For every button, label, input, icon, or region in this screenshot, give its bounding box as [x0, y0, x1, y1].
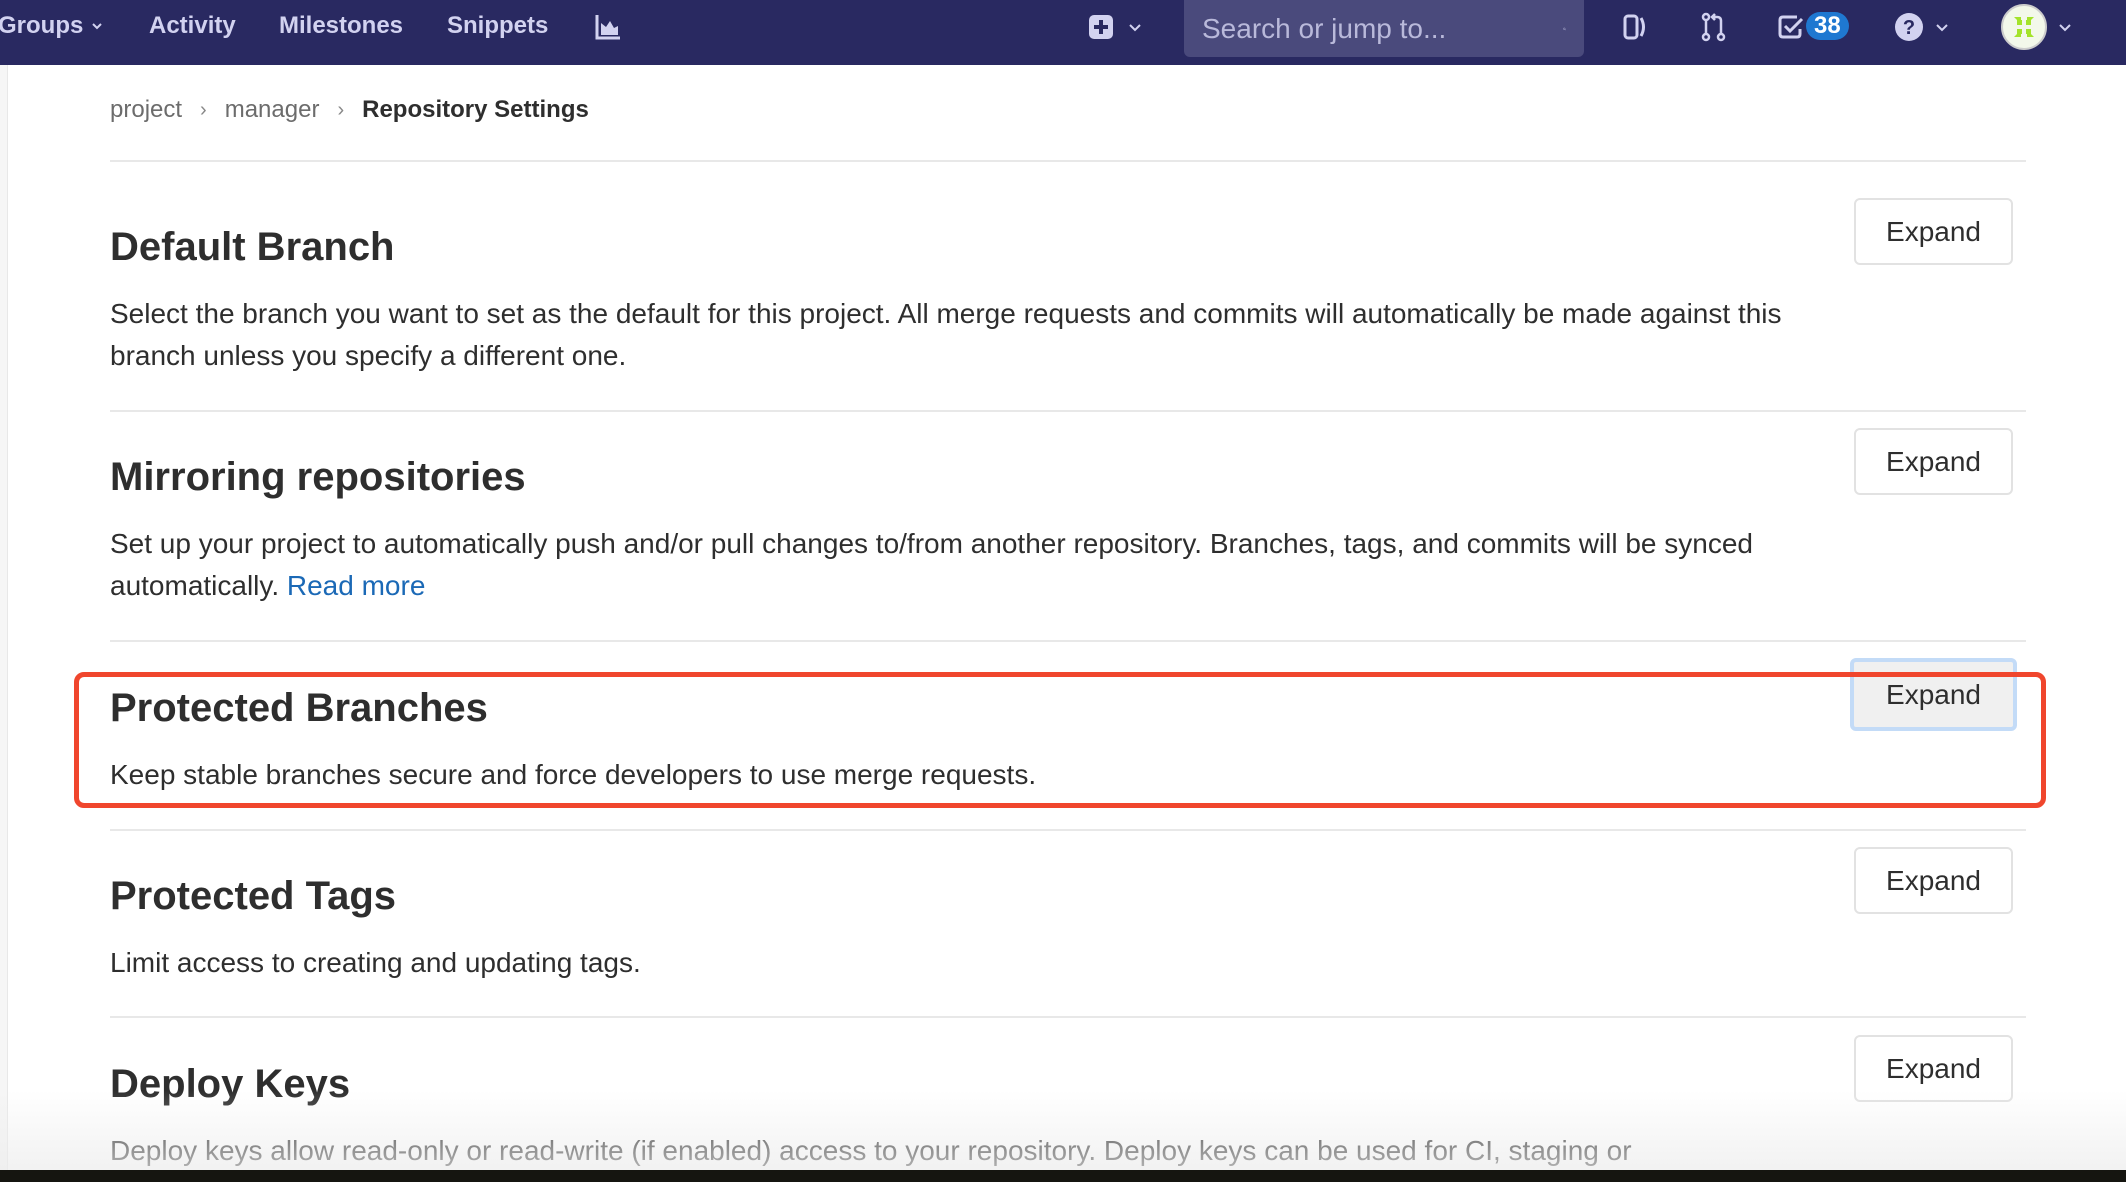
section-title: Protected Tags	[110, 874, 396, 918]
todos-button[interactable]	[1774, 10, 1808, 44]
breadcrumb: project › manager › Repository Settings	[110, 96, 589, 124]
nav-analytics-button[interactable]	[591, 10, 625, 44]
search-icon[interactable]	[1563, 16, 1566, 42]
issues-button[interactable]	[1618, 10, 1652, 44]
issues-icon	[1623, 14, 1645, 40]
section-description: Deploy keys allow read-only or read-writ…	[110, 1135, 1632, 1166]
expand-deploy-keys-button[interactable]: Expand	[1854, 1035, 2013, 1102]
avatar-pattern-icon	[2014, 17, 2034, 37]
breadcrumb-separator: ›	[200, 98, 207, 121]
expand-protected-tags-button[interactable]: Expand	[1854, 847, 2013, 914]
section-title: Protected Branches	[110, 686, 488, 730]
section-title: Deploy Keys	[110, 1062, 351, 1106]
todos-count-badge[interactable]: 38	[1806, 12, 1849, 40]
nav-groups-dropdown[interactable]: Groups	[0, 0, 103, 52]
merge-requests-button[interactable]	[1697, 10, 1731, 44]
plus-square-icon	[1089, 15, 1113, 39]
section-title: Mirroring repositories	[110, 455, 526, 499]
section-protected-branches: Protected Branches Keep stable branches …	[110, 658, 2026, 790]
section-title: Default Branch	[110, 225, 395, 269]
section-description: Set up your project to automatically pus…	[110, 523, 1810, 607]
chevron-down-icon	[92, 23, 103, 30]
chevron-down-icon	[2059, 24, 2071, 32]
user-avatar[interactable]	[2001, 4, 2047, 50]
section-mirroring-repositories: Mirroring repositories Set up your proje…	[110, 428, 2026, 601]
new-item-dropdown[interactable]	[1084, 10, 1118, 44]
nav-snippets-link[interactable]: Snippets	[447, 0, 548, 52]
divider	[110, 160, 2026, 162]
search-box[interactable]	[1184, 0, 1584, 57]
divider	[110, 410, 2026, 412]
nav-groups-label: Groups	[0, 12, 84, 39]
todo-check-icon	[1778, 15, 1804, 39]
expand-default-branch-button[interactable]: Expand	[1854, 198, 2013, 265]
section-default-branch: Default Branch Select the branch you wan…	[110, 198, 2026, 371]
chevron-down-icon	[1936, 24, 1948, 32]
nav-activity-label: Activity	[149, 12, 236, 39]
svg-text:?: ?	[1903, 17, 1915, 39]
chart-icon	[595, 15, 620, 40]
read-more-link[interactable]: Read more	[287, 570, 426, 601]
breadcrumb-project-link[interactable]: project	[110, 96, 182, 124]
divider	[110, 829, 2026, 831]
chevron-down-icon	[1129, 24, 1141, 32]
nav-activity-link[interactable]: Activity	[149, 0, 236, 52]
expand-protected-branches-button[interactable]: Expand	[1850, 658, 2017, 731]
section-description: Limit access to creating and updating ta…	[110, 947, 641, 978]
nav-milestones-link[interactable]: Milestones	[279, 0, 403, 52]
nav-milestones-label: Milestones	[279, 12, 404, 39]
expand-mirroring-button[interactable]: Expand	[1854, 428, 2013, 495]
section-description: Select the branch you want to set as the…	[110, 298, 1782, 371]
section-description: Keep stable branches secure and force de…	[110, 759, 1037, 790]
help-icon: ?	[1895, 13, 1923, 41]
top-navbar: Groups Activity Milestones Snippets Sear…	[0, 0, 2126, 65]
breadcrumb-separator: ›	[337, 98, 345, 121]
help-dropdown[interactable]: ?	[1892, 10, 1926, 44]
window-bottom-edge	[0, 1170, 2126, 1182]
divider	[110, 640, 2026, 642]
nav-snippets-label: Snippets	[447, 12, 549, 39]
breadcrumb-manager-link[interactable]: manager	[225, 96, 320, 124]
divider	[110, 1016, 2026, 1018]
merge-request-icon	[1701, 12, 1726, 42]
sidebar-edge	[0, 65, 8, 1170]
section-protected-tags: Protected Tags Limit access to creating …	[110, 847, 2026, 978]
breadcrumb-current-page: Repository Settings	[362, 96, 589, 123]
section-deploy-keys: Deploy Keys Deploy keys allow read-only …	[110, 1035, 2026, 1166]
search-input[interactable]	[1202, 12, 1563, 45]
